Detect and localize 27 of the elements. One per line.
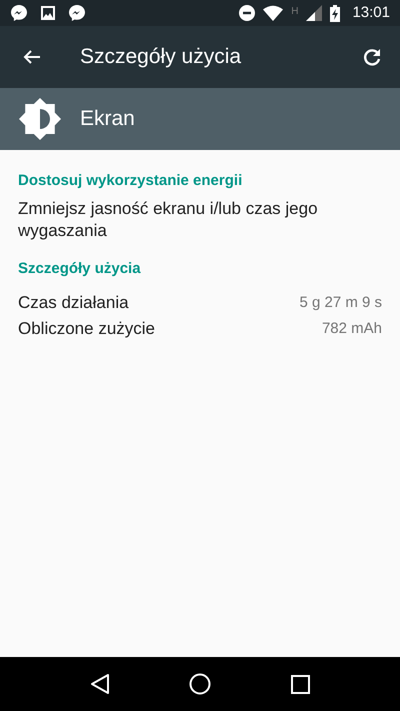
refresh-icon (362, 47, 382, 67)
network-type-label: H (291, 4, 298, 19)
image-icon (40, 5, 56, 21)
toolbar-title: Szczegóły użycia (80, 44, 242, 70)
recents-square-icon (291, 674, 310, 694)
app-name: Ekran (80, 106, 135, 132)
section-heading: Szczegóły użycia (18, 258, 142, 278)
setting-description[interactable]: Zmniejsz jasność ekranu i/lub czas jego wygaszania (18, 198, 382, 242)
recents-button[interactable] (291, 674, 310, 694)
do-not-disturb-icon (239, 5, 256, 21)
wifi-icon (263, 5, 284, 21)
back-triangle-icon (90, 673, 110, 695)
usage-label: Obliczone zużycie (18, 318, 156, 340)
usage-label: Czas działania (18, 292, 129, 314)
brightness-icon (19, 98, 61, 140)
messenger-icon (10, 4, 28, 22)
battery-charging-icon (330, 4, 340, 22)
home-circle-icon (189, 673, 212, 695)
clock-time: 13:01 (352, 2, 390, 23)
home-button[interactable] (189, 673, 212, 695)
messenger-icon (68, 4, 86, 22)
usage-value: 782 mAh (322, 318, 382, 339)
usage-value: 5 g 27 m 9 s (299, 292, 382, 313)
back-nav-button[interactable] (90, 673, 110, 695)
back-arrow-icon (23, 49, 41, 65)
section-heading: Dostosuj wykorzystanie energii (18, 171, 244, 191)
signal-icon (306, 5, 322, 21)
